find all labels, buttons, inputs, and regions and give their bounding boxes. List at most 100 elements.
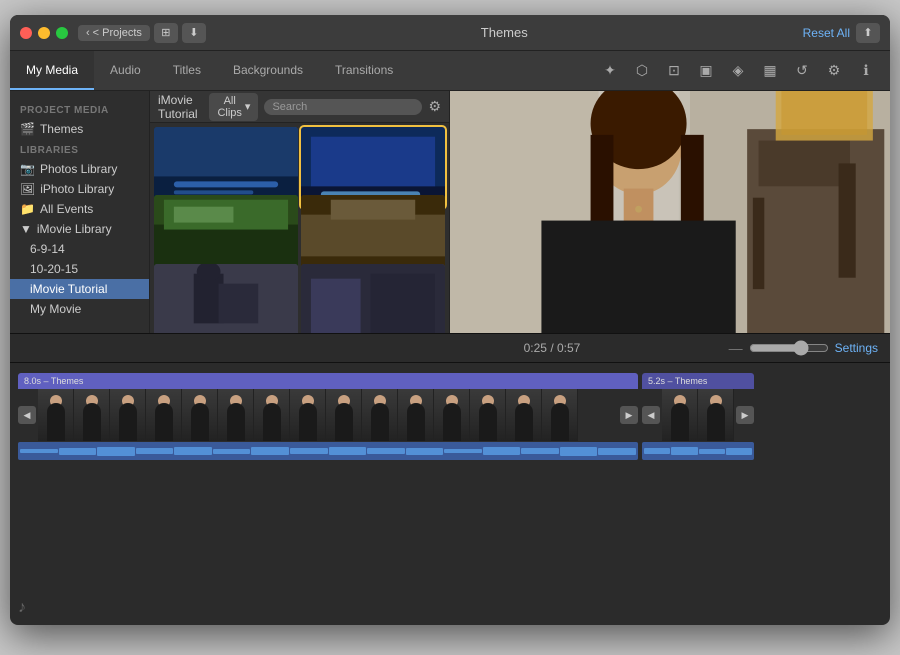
wave-bar	[644, 448, 670, 454]
wand-icon-button[interactable]: ✦	[598, 59, 622, 83]
wave-bar	[174, 447, 212, 455]
wave-bar	[671, 447, 697, 455]
wave-bar	[726, 448, 752, 455]
right-clip-body: ◀ ▶	[642, 389, 754, 441]
info-icon-button[interactable]: ℹ	[854, 59, 878, 83]
media-thumbnail-6[interactable]	[301, 264, 445, 333]
toggle-sidebar-button[interactable]: ⊞	[154, 23, 178, 43]
frame-r2	[698, 389, 734, 441]
iphoto-icon: 🖼	[20, 182, 35, 196]
right-clip-label: 5.2s – Themes	[642, 373, 754, 389]
reset-all-button[interactable]: Reset All	[803, 26, 850, 40]
film-icon: 🎬	[20, 122, 35, 136]
all-clips-filter[interactable]: All Clips ▾	[209, 93, 258, 121]
tab-transitions[interactable]: Transitions	[319, 51, 409, 90]
film-icon-button[interactable]: ⬡	[630, 59, 654, 83]
timeline-clip-main: 8.0s – Themes ◀ // Will be rendered via …	[18, 373, 638, 460]
sidebar-item-imovie-tutorial[interactable]: iMovie Tutorial	[10, 279, 149, 299]
zoom-slider[interactable]	[749, 340, 829, 356]
speaker-icon-button[interactable]: ◈	[726, 59, 750, 83]
tab-audio[interactable]: Audio	[94, 51, 157, 90]
timeline-time-display: 0:25 / 0:57	[375, 341, 728, 355]
projects-button[interactable]: ‹ < Projects	[78, 25, 150, 41]
minimize-button[interactable]	[38, 27, 50, 39]
wave-bar	[20, 449, 58, 453]
frame-8	[290, 389, 326, 441]
tab-titles[interactable]: Titles	[157, 51, 217, 90]
sidebar-item-all-events[interactable]: 📁 All Events	[10, 199, 149, 219]
music-note-icon: ♪	[18, 599, 26, 617]
wave-bar	[367, 448, 405, 454]
wave-bar	[213, 449, 251, 454]
wave-bar	[136, 448, 174, 454]
frame-3	[110, 389, 146, 441]
right-clip-prev-button[interactable]: ◀	[642, 406, 660, 424]
clip-prev-button[interactable]: ◀	[18, 406, 36, 424]
sidebar-item-imovie-library[interactable]: ▼ iMovie Library	[10, 219, 149, 239]
right-clip-frames	[662, 389, 734, 441]
tab-my-media[interactable]: My Media	[10, 51, 94, 90]
frame-r1	[662, 389, 698, 441]
timeline-clip-right: 5.2s – Themes ◀ ▶	[642, 373, 754, 460]
crop-icon-button[interactable]: ⊡	[662, 59, 686, 83]
preview-video	[450, 91, 890, 333]
media-browser: iMovie Tutorial All Clips ▾ ⚙	[150, 91, 450, 333]
frame-15	[542, 389, 578, 441]
import-button[interactable]: ⬇	[182, 23, 206, 43]
sidebar-item-10-20-15[interactable]: 10-20-15	[10, 259, 149, 279]
frame-9	[326, 389, 362, 441]
settings-text-button[interactable]: Settings	[835, 341, 878, 355]
settings-icon-button[interactable]: ⚙	[822, 59, 846, 83]
wave-bar	[560, 447, 598, 456]
main-clip-frames: // Will be rendered via template loop be…	[38, 389, 618, 441]
sidebar-item-photos-library[interactable]: 📷 Photos Library	[10, 159, 149, 179]
sidebar-item-my-movie[interactable]: My Movie	[10, 299, 149, 319]
titlebar-nav: ‹ < Projects ⊞ ⬇	[78, 23, 206, 43]
frame-6	[218, 389, 254, 441]
sidebar-item-6-9-14[interactable]: 6-9-14	[10, 239, 149, 259]
camera-icon-button[interactable]: ▣	[694, 59, 718, 83]
slider-min-icon: ―	[729, 340, 743, 356]
undo-icon-button[interactable]: ↺	[790, 59, 814, 83]
frame-11	[398, 389, 434, 441]
tab-backgrounds[interactable]: Backgrounds	[217, 51, 319, 90]
photos-icon: 📷	[20, 162, 35, 176]
sidebar-item-iphoto-library[interactable]: 🖼 iPhoto Library	[10, 179, 149, 199]
wave-bar	[406, 448, 444, 455]
media-settings-icon[interactable]: ⚙	[428, 98, 441, 115]
chart-icon-button[interactable]: ▦	[758, 59, 782, 83]
library-icon: ▼	[20, 222, 32, 236]
timeline-clips: 8.0s – Themes ◀ // Will be rendered via …	[18, 373, 882, 615]
share-button[interactable]: ⬆	[856, 23, 880, 43]
dropdown-icon: ▾	[245, 100, 251, 113]
wave-bar	[483, 447, 521, 455]
right-clip-audio	[642, 442, 754, 460]
timeline-track-area[interactable]: 8.0s – Themes ◀ // Will be rendered via …	[10, 363, 890, 625]
main-clip-label: 8.0s – Themes	[18, 373, 638, 389]
frame-4	[146, 389, 182, 441]
wave-bar	[329, 447, 367, 456]
media-thumbnail-5[interactable]	[154, 264, 298, 333]
wave-bar	[444, 449, 482, 454]
sidebar-item-themes[interactable]: 🎬 Themes	[10, 119, 149, 139]
close-button[interactable]	[20, 27, 32, 39]
frame-12	[434, 389, 470, 441]
libraries-label: LIBRARIES	[10, 139, 149, 159]
timeline-controls-bar: 0:25 / 0:57 ― Settings	[10, 333, 890, 363]
sidebar: PROJECT MEDIA 🎬 Themes LIBRARIES 📷 Photo…	[10, 91, 150, 333]
right-clip-next-button[interactable]: ▶	[736, 406, 754, 424]
frame-13	[470, 389, 506, 441]
traffic-lights	[20, 27, 68, 39]
toolbar-right: ✦ ⬡ ⊡ ▣ ◈ ▦ ↺ ⚙ ℹ	[598, 59, 890, 83]
frame-2	[74, 389, 110, 441]
search-input[interactable]	[264, 99, 422, 115]
clip-next-button[interactable]: ▶	[620, 406, 638, 424]
wave-bar	[251, 447, 289, 455]
frame-14	[506, 389, 542, 441]
main-window: ‹ < Projects ⊞ ⬇ Themes Reset All ⬆ My M…	[10, 15, 890, 625]
wave-bar	[290, 448, 328, 455]
imovie-tutorial-label: iMovie Tutorial	[158, 93, 203, 121]
maximize-button[interactable]	[56, 27, 68, 39]
project-media-label: PROJECT MEDIA	[10, 99, 149, 119]
events-icon: 📁	[20, 202, 35, 216]
